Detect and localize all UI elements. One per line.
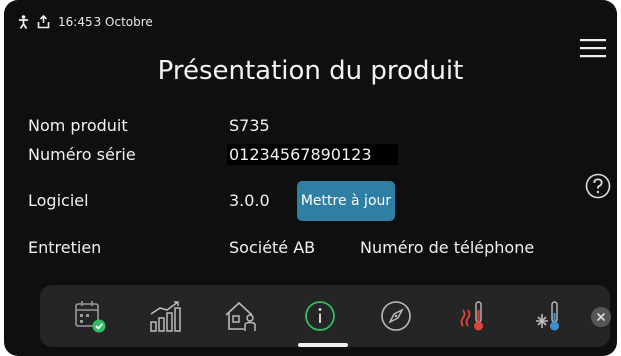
screen: 16:45 3 Octobre Présentation du produit … <box>4 0 617 356</box>
info-icon[interactable] <box>298 295 342 337</box>
service-company: Société AB <box>229 238 316 257</box>
export-icon <box>37 15 50 29</box>
service-phone: Numéro de téléphone <box>360 238 535 257</box>
chart-icon[interactable] <box>144 295 188 337</box>
active-tab-indicator <box>298 343 348 347</box>
update-button[interactable]: Mettre à jour <box>297 181 395 221</box>
home-user-icon[interactable] <box>220 295 264 337</box>
product-name-value: S735 <box>229 116 270 135</box>
software-label: Logiciel <box>28 191 89 210</box>
person-icon <box>18 15 29 29</box>
help-icon[interactable] <box>585 173 611 199</box>
calendar-icon[interactable] <box>68 295 112 337</box>
compass-icon[interactable] <box>374 295 418 337</box>
service-label: Entretien <box>28 238 102 257</box>
bottom-dock <box>40 285 611 347</box>
product-name-label: Nom produit <box>28 116 128 135</box>
status-date: 3 Octobre <box>93 15 153 29</box>
status-bar: 16:45 3 Octobre <box>18 12 153 32</box>
software-version: 3.0.0 <box>229 191 270 210</box>
page-title: Présentation du produit <box>157 56 464 86</box>
serial-number-label: Numéro série <box>28 145 136 164</box>
close-icon[interactable] <box>591 307 611 327</box>
serial-number-value: 01234567890123 <box>227 144 398 165</box>
cooling-icon[interactable] <box>528 295 572 337</box>
status-time: 16:45 <box>58 15 93 29</box>
heating-icon[interactable] <box>452 295 496 337</box>
